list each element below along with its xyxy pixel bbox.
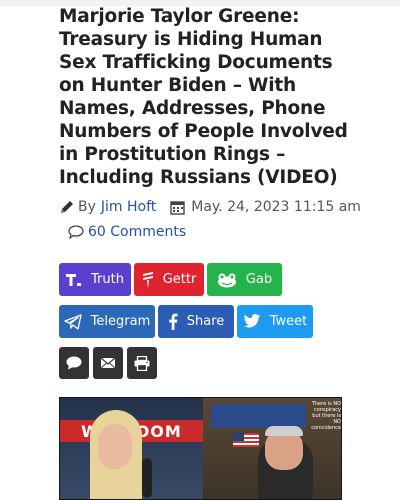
- pencil-icon: [59, 199, 75, 215]
- gettr-logo-icon: [142, 271, 154, 289]
- gab-share-button[interactable]: Gab: [207, 263, 282, 296]
- comments-count: 60 Comments: [88, 224, 187, 240]
- calendar-icon: [170, 200, 185, 215]
- video-right-panel: There is NO conspiracy but there is NO c…: [203, 398, 341, 499]
- email-icon: [101, 357, 115, 369]
- print-icon: [134, 355, 150, 371]
- print-button[interactable]: [127, 347, 157, 379]
- host-face: [265, 430, 303, 470]
- tweet-label: Tweet: [269, 314, 308, 329]
- screen-banner: [211, 404, 306, 428]
- facebook-share-label: Share: [186, 314, 225, 329]
- sms-share-button[interactable]: [59, 347, 89, 379]
- gettr-label: Gettr: [162, 272, 197, 287]
- facebook-f-icon: [168, 313, 178, 330]
- gab-frog-icon: [217, 272, 237, 288]
- comment-bubble-icon: [68, 225, 84, 239]
- byline-prefix: By: [78, 199, 96, 215]
- gab-label: Gab: [245, 272, 273, 287]
- truth-label: Truth: [91, 272, 124, 287]
- telegram-label: Telegram: [90, 314, 151, 329]
- comments-link[interactable]: 60 Comments: [68, 222, 186, 242]
- microphone: [142, 458, 152, 498]
- gettr-share-button[interactable]: Gettr: [134, 263, 204, 296]
- twitter-bird-icon: [243, 314, 261, 329]
- panel-caption: There is NO conspiracy but there is NO c…: [311, 401, 341, 431]
- twitter-share-button[interactable]: Tweet: [237, 305, 313, 338]
- author-link[interactable]: Jim Hoft: [101, 199, 156, 215]
- truth-share-button[interactable]: Truth: [59, 263, 131, 296]
- article-meta: By Jim Hoft May. 24, 2023 11:15 am: [59, 197, 379, 217]
- us-flag: [233, 433, 259, 447]
- publish-date: May. 24, 2023 11:15 am: [191, 199, 361, 215]
- video-left-panel: WELCOOM: [60, 398, 203, 499]
- article-headline: Marjorie Taylor Greene: Treasury is Hidi…: [59, 6, 348, 188]
- video-thumbnail[interactable]: WELCOOM There is NO conspiracy but there…: [59, 397, 342, 500]
- truth-logo-icon: [66, 273, 82, 287]
- sms-bubble-icon: [66, 356, 82, 370]
- telegram-share-button[interactable]: Telegram: [59, 305, 155, 338]
- facebook-share-button[interactable]: Share: [158, 305, 234, 338]
- host-hair: [265, 426, 303, 436]
- telegram-plane-icon: [64, 313, 82, 330]
- email-share-button[interactable]: [93, 347, 123, 379]
- speaker-face: [98, 424, 132, 469]
